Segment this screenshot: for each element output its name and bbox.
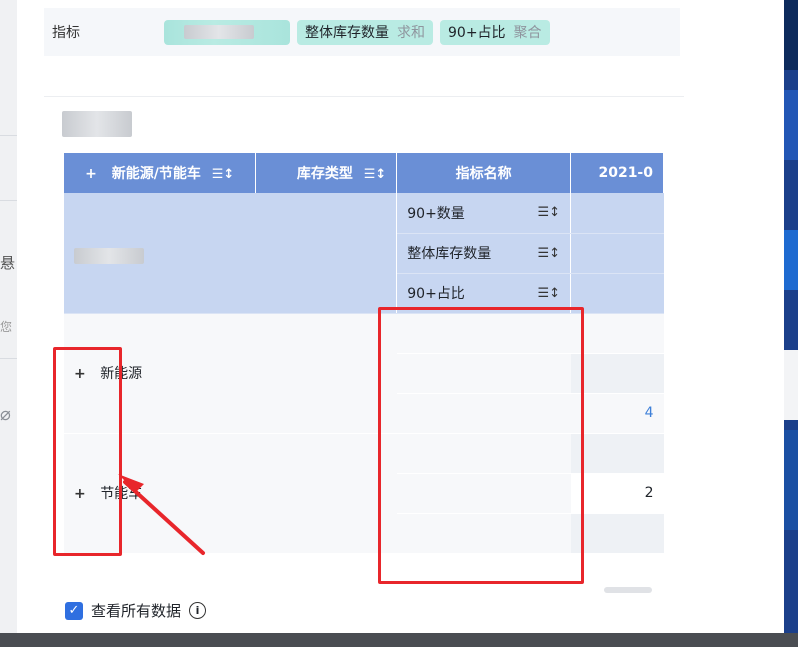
annotation-arrow-layer (118, 474, 205, 555)
annotation-arrow-shaft (123, 480, 205, 555)
